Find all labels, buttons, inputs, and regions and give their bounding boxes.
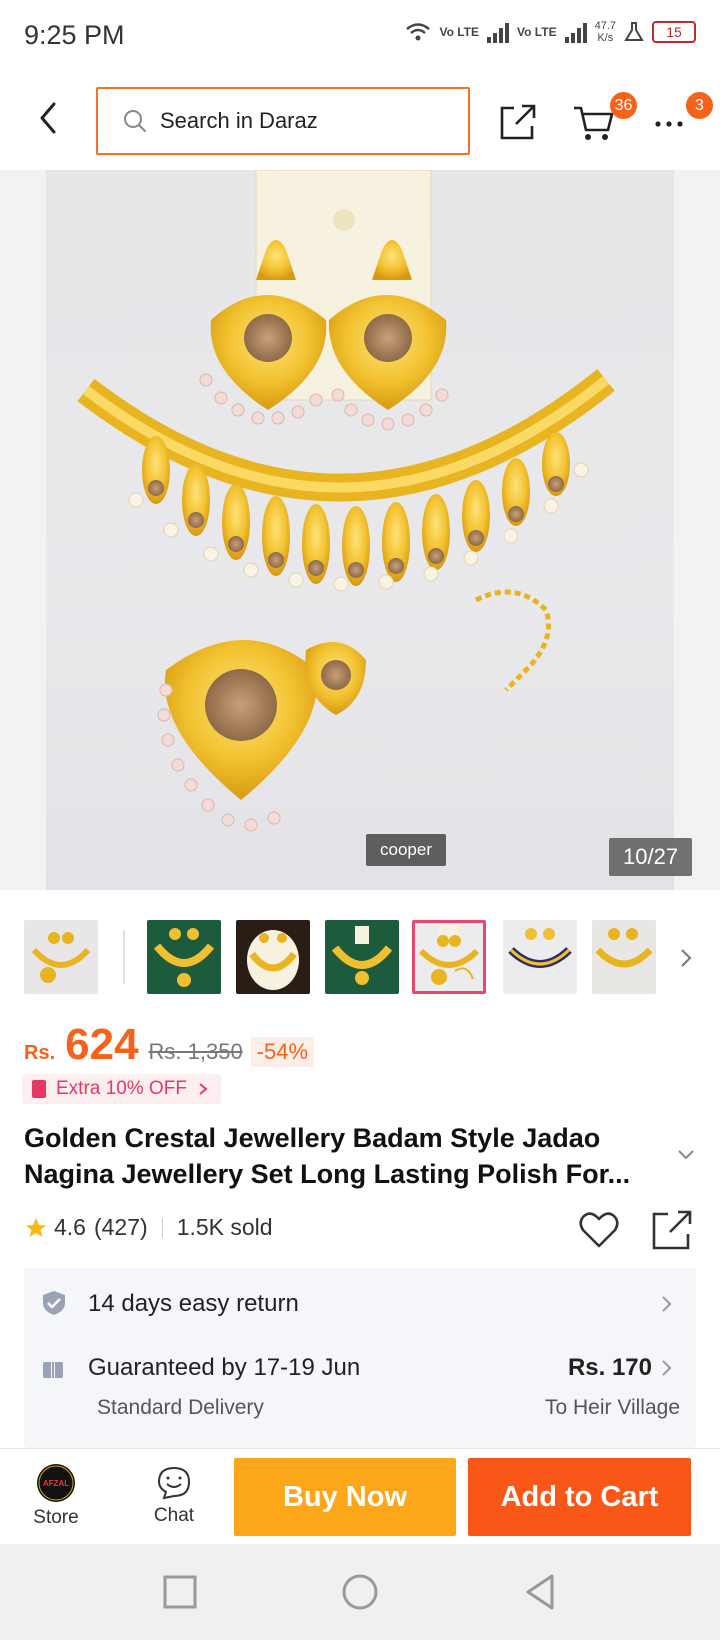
signal-icon-2 bbox=[564, 21, 587, 43]
rating-divider bbox=[161, 1217, 163, 1238]
thumbnail-4[interactable] bbox=[325, 920, 399, 994]
network-type-1: Vo LTE bbox=[439, 25, 480, 39]
chevron-right-icon bbox=[199, 1083, 208, 1095]
jewellery-thumbnail-icon bbox=[418, 925, 480, 985]
bottom-action-bar: AFZAL Store Chat Buy Now Add to Cart bbox=[0, 1448, 720, 1544]
return-policy-row[interactable]: 14 days easy return bbox=[24, 1268, 696, 1338]
voucher-label: Extra 10% OFF bbox=[56, 1078, 187, 1099]
shield-check-icon bbox=[43, 1291, 65, 1315]
delivery-box-icon bbox=[43, 1357, 63, 1378]
share-icon[interactable] bbox=[496, 100, 540, 144]
status-bar: 9:25 PM Vo LTE Vo LTE 47.7 K/s 15 bbox=[0, 0, 720, 72]
chat-button[interactable]: Chat bbox=[138, 1455, 210, 1539]
cart-button[interactable]: 36 bbox=[572, 92, 637, 144]
jewellery-thumbnail-icon bbox=[595, 928, 653, 968]
chevron-down-icon[interactable] bbox=[676, 1144, 696, 1164]
thumbnail-5-selected[interactable] bbox=[412, 920, 486, 994]
status-time: 9:25 PM bbox=[24, 20, 125, 50]
product-gallery[interactable]: cooper 10/27 bbox=[0, 170, 720, 890]
rating-value: 4.6 bbox=[54, 1214, 86, 1240]
delivery-type: Standard Delivery bbox=[97, 1396, 264, 1419]
more-options-button[interactable]: 3 bbox=[652, 92, 713, 144]
network-type-2: Vo LTE bbox=[517, 25, 557, 39]
share-icon[interactable] bbox=[650, 1208, 694, 1252]
back-arrow-icon[interactable] bbox=[30, 98, 70, 138]
back-triangle-icon[interactable] bbox=[518, 1570, 562, 1614]
review-count: (427) bbox=[93, 1214, 148, 1240]
home-circle-icon[interactable] bbox=[338, 1570, 382, 1614]
speed-unit: K/s bbox=[597, 32, 614, 44]
buy-now-button[interactable]: Buy Now bbox=[234, 1458, 456, 1536]
image-counter: 10/27 bbox=[609, 838, 693, 876]
delivery-guarantee: Guaranteed by 17-19 Jun bbox=[88, 1354, 361, 1381]
chat-bubble-icon bbox=[157, 1466, 191, 1500]
store-label: Store bbox=[33, 1507, 79, 1528]
battery-indicator: 15 bbox=[652, 21, 696, 43]
app-header: 36 3 bbox=[0, 72, 720, 170]
thumbnail-strip bbox=[0, 908, 720, 996]
jewellery-thumbnail-icon bbox=[31, 932, 91, 983]
voucher-icon bbox=[32, 1080, 46, 1098]
search-bar[interactable] bbox=[96, 87, 470, 155]
thumbnail-2[interactable] bbox=[147, 920, 221, 994]
heart-icon[interactable] bbox=[578, 1210, 620, 1250]
delivery-row[interactable]: Guaranteed by 17-19 Jun Standard Deliver… bbox=[24, 1340, 696, 1448]
flask-icon bbox=[624, 22, 644, 41]
wifi-icon bbox=[406, 23, 431, 41]
add-to-cart-button[interactable]: Add to Cart bbox=[468, 1458, 691, 1536]
jewellery-thumbnail-icon bbox=[153, 928, 215, 987]
jewellery-thumbnail-icon bbox=[331, 926, 393, 985]
voucher-chip[interactable]: Extra 10% OFF bbox=[22, 1074, 221, 1104]
current-price: 624 bbox=[65, 1020, 139, 1069]
recents-square-icon[interactable] bbox=[158, 1570, 202, 1614]
product-title: Golden Crestal Jewellery Badam Style Jad… bbox=[24, 1123, 631, 1189]
chevron-right-icon[interactable] bbox=[674, 940, 698, 976]
chevron-right-icon bbox=[662, 1296, 672, 1312]
store-button[interactable]: AFZAL Store bbox=[24, 1455, 88, 1539]
jewellery-thumbnail-icon bbox=[247, 930, 299, 990]
jewellery-set-image bbox=[77, 170, 615, 832]
price-row: Rs. 624 Rs. 1,350 -54% bbox=[24, 1020, 315, 1070]
delivery-location: To Heir Village bbox=[544, 1396, 680, 1419]
delivery-fee: Rs. 170 bbox=[567, 1354, 652, 1381]
rating-row[interactable]: 4.6 (427) 1.5K sold bbox=[24, 1214, 273, 1241]
image-watermark: cooper bbox=[366, 834, 446, 866]
thumbnail-6[interactable] bbox=[503, 920, 577, 994]
chevron-right-icon bbox=[662, 1360, 672, 1376]
signal-icon bbox=[487, 21, 510, 43]
thumbnail-divider bbox=[123, 930, 125, 984]
search-input[interactable] bbox=[160, 108, 440, 134]
network-speed: 47.7 K/s bbox=[595, 20, 616, 44]
discount-badge: -54% bbox=[250, 1037, 315, 1067]
system-nav-bar bbox=[0, 1544, 720, 1640]
thumbnail-7[interactable] bbox=[592, 920, 656, 994]
original-price: Rs. 1,350 bbox=[148, 1039, 243, 1064]
product-photo[interactable]: cooper bbox=[46, 170, 674, 890]
thumbnail-video[interactable] bbox=[24, 920, 98, 994]
star-icon bbox=[26, 1217, 46, 1237]
status-icons: Vo LTE Vo LTE 47.7 K/s 15 bbox=[405, 20, 696, 44]
store-logo-icon: AFZAL bbox=[37, 1464, 75, 1502]
service-panel: 14 days easy return Guaranteed by 17-19 … bbox=[24, 1268, 696, 1448]
price-currency: Rs. bbox=[24, 1042, 56, 1064]
cart-count-badge: 36 bbox=[610, 92, 637, 119]
more-count-badge: 3 bbox=[686, 92, 713, 119]
speed-value: 47.7 bbox=[594, 20, 616, 32]
chat-label: Chat bbox=[153, 1505, 195, 1526]
store-logo-text: AFZAL bbox=[43, 1479, 69, 1488]
thumbnail-3[interactable] bbox=[236, 920, 310, 994]
search-icon bbox=[124, 110, 146, 132]
return-policy-text: 14 days easy return bbox=[88, 1290, 299, 1317]
jewellery-thumbnail-icon bbox=[508, 928, 572, 968]
sold-count: 1.5K sold bbox=[176, 1214, 273, 1240]
